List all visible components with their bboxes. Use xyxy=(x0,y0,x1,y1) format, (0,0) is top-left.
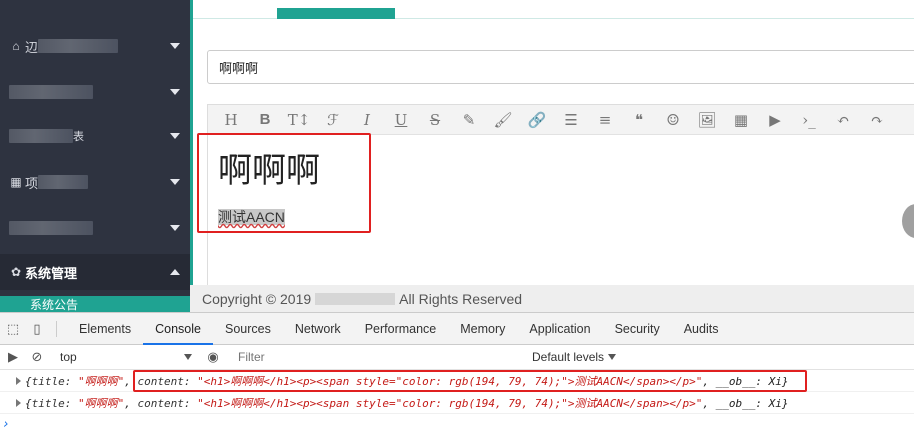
redacted-text xyxy=(38,175,89,189)
sidebar-item-4[interactable]: ▦ 项 xyxy=(0,164,190,200)
sidebar-item-label: 表 xyxy=(73,131,84,143)
chevron-down-icon xyxy=(170,89,180,95)
levels-label: Default levels xyxy=(532,350,605,364)
filter-input[interactable] xyxy=(234,347,524,367)
tab-console[interactable]: Console xyxy=(143,313,213,345)
tab-memory[interactable]: Memory xyxy=(448,313,517,345)
sidebar-item-system-management[interactable]: ✿ 系统管理 xyxy=(0,254,190,290)
quote-icon[interactable]: ❝ xyxy=(622,105,656,135)
expand-arrow-icon[interactable] xyxy=(16,376,21,385)
rich-text-editor: H B T↕ ℱ I U S ✎ 🖌 🔗 ☰ ≡ ❝ ☺ 🖼 ▦ ▶ ›_ ↶ … xyxy=(207,104,914,288)
devtools-tabbar: ⬚ ▯ Elements Console Sources Network Per… xyxy=(0,313,914,345)
divider xyxy=(56,320,57,337)
levels-dropdown[interactable]: Default levels xyxy=(532,350,617,364)
sidebar-subitem-label: 系统公告 xyxy=(30,298,79,312)
undo-icon[interactable]: ↶ xyxy=(826,105,860,135)
home-icon: ⌂ xyxy=(12,39,20,53)
tab-performance[interactable]: Performance xyxy=(353,313,449,345)
font-family-icon[interactable]: ℱ xyxy=(316,105,350,135)
bold-icon[interactable]: B xyxy=(248,105,282,135)
chevron-down-icon xyxy=(170,43,180,49)
align-icon[interactable]: ≡ xyxy=(588,105,622,135)
device-toggle-icon[interactable]: ▯ xyxy=(26,321,48,337)
rights-text: All Rights Reserved xyxy=(399,290,523,307)
page-footer: Copyright © 2019 All Rights Reserved xyxy=(190,285,914,312)
console-prompt[interactable]: › xyxy=(0,414,914,434)
content-paragraph: 测试AACN xyxy=(218,207,912,227)
italic-icon[interactable]: I xyxy=(350,105,384,135)
tab-security[interactable]: Security xyxy=(603,313,672,345)
log-entry[interactable]: {title: "啊啊啊", content: "<h1>啊啊啊</h1><p>… xyxy=(0,370,914,392)
tab-application[interactable]: Application xyxy=(517,313,602,345)
title-input[interactable] xyxy=(207,50,914,84)
sidebar-item-1[interactable]: ⌂ 辺 xyxy=(0,28,190,64)
console-toolbar: ▶ ⊘ top ◉ Default levels xyxy=(0,345,914,370)
sidebar-toggle-icon[interactable]: ▶ xyxy=(2,349,24,365)
chevron-down-icon xyxy=(608,354,617,360)
copyright-text: Copyright © 2019 xyxy=(202,290,312,307)
devtools-panel: ⬚ ▯ Elements Console Sources Network Per… xyxy=(0,312,914,442)
tab-active[interactable] xyxy=(277,8,395,19)
sidebar: ⌂ 辺 表 ▦ 项 ✿ 系统管理 系统公告 xyxy=(0,0,190,312)
chevron-down-icon xyxy=(184,354,192,360)
link-icon[interactable]: 🔗 xyxy=(520,105,554,135)
console-log: {title: "啊啊啊", content: "<h1>啊啊啊</h1><p>… xyxy=(0,370,914,434)
tab-elements[interactable]: Elements xyxy=(67,313,143,345)
inspect-icon[interactable]: ⬚ xyxy=(2,321,24,337)
redacted-text xyxy=(9,129,73,143)
gear-icon: ✿ xyxy=(10,265,22,279)
redacted-text xyxy=(9,85,93,99)
editor-toolbar: H B T↕ ℱ I U S ✎ 🖌 🔗 ☰ ≡ ❝ ☺ 🖼 ▦ ▶ ›_ ↶ … xyxy=(208,105,914,135)
eye-icon[interactable]: ◉ xyxy=(202,349,224,365)
sidebar-item-label: 项 xyxy=(25,175,39,191)
sidebar-item-2[interactable] xyxy=(0,74,190,110)
sidebar-subitem-announcement[interactable]: 系统公告 xyxy=(0,296,190,312)
prompt-chevron-icon: › xyxy=(2,416,10,432)
editor-body[interactable]: 啊啊啊 测试AACN xyxy=(208,135,914,289)
sidebar-item-label: 辺 xyxy=(25,39,39,55)
tab-sources[interactable]: Sources xyxy=(213,313,283,345)
redacted-text xyxy=(9,221,93,235)
log-entry[interactable]: {title: "啊啊啊", content: "<h1>啊啊啊</h1><p>… xyxy=(0,392,914,414)
page-tabbar xyxy=(193,0,914,19)
expand-arrow-icon[interactable] xyxy=(16,398,21,407)
image-icon[interactable]: 🖼 xyxy=(690,105,724,135)
redacted-text xyxy=(315,292,396,305)
clear-console-icon[interactable]: ⊘ xyxy=(26,349,48,365)
redo-icon[interactable]: ↷ xyxy=(860,105,894,135)
content-heading: 啊啊啊 xyxy=(218,151,320,191)
chevron-down-icon xyxy=(170,179,180,185)
underline-icon[interactable]: U xyxy=(384,105,418,135)
video-icon[interactable]: ▶ xyxy=(758,105,792,135)
code-icon[interactable]: ›_ xyxy=(792,105,826,135)
list-icon[interactable]: ☰ xyxy=(554,105,588,135)
content-span: 测试AACN xyxy=(218,209,285,225)
chevron-down-icon xyxy=(170,225,180,231)
main-content: H B T↕ ℱ I U S ✎ 🖌 🔗 ☰ ≡ ❝ ☺ 🖼 ▦ ▶ ›_ ↶ … xyxy=(190,0,914,312)
font-size-icon[interactable]: T↕ xyxy=(282,105,316,135)
redacted-text xyxy=(38,39,119,53)
brush-icon[interactable]: 🖌 xyxy=(486,105,520,135)
heading-icon[interactable]: H xyxy=(214,105,248,135)
strikethrough-icon[interactable]: S xyxy=(418,105,452,135)
emoji-icon[interactable]: ☺ xyxy=(656,105,690,135)
sidebar-item-5[interactable] xyxy=(0,210,190,246)
grid-icon: ▦ xyxy=(10,175,22,189)
context-select[interactable]: top xyxy=(58,348,194,367)
table-icon[interactable]: ▦ xyxy=(724,105,758,135)
tab-audits[interactable]: Audits xyxy=(672,313,731,345)
sidebar-item-label: 系统管理 xyxy=(25,265,78,281)
chevron-down-icon xyxy=(170,133,180,139)
sidebar-item-3[interactable]: 表 xyxy=(0,118,190,154)
pen-icon[interactable]: ✎ xyxy=(452,105,486,135)
chevron-up-icon xyxy=(170,269,180,275)
context-value: top xyxy=(60,350,77,364)
tab-network[interactable]: Network xyxy=(283,313,353,345)
